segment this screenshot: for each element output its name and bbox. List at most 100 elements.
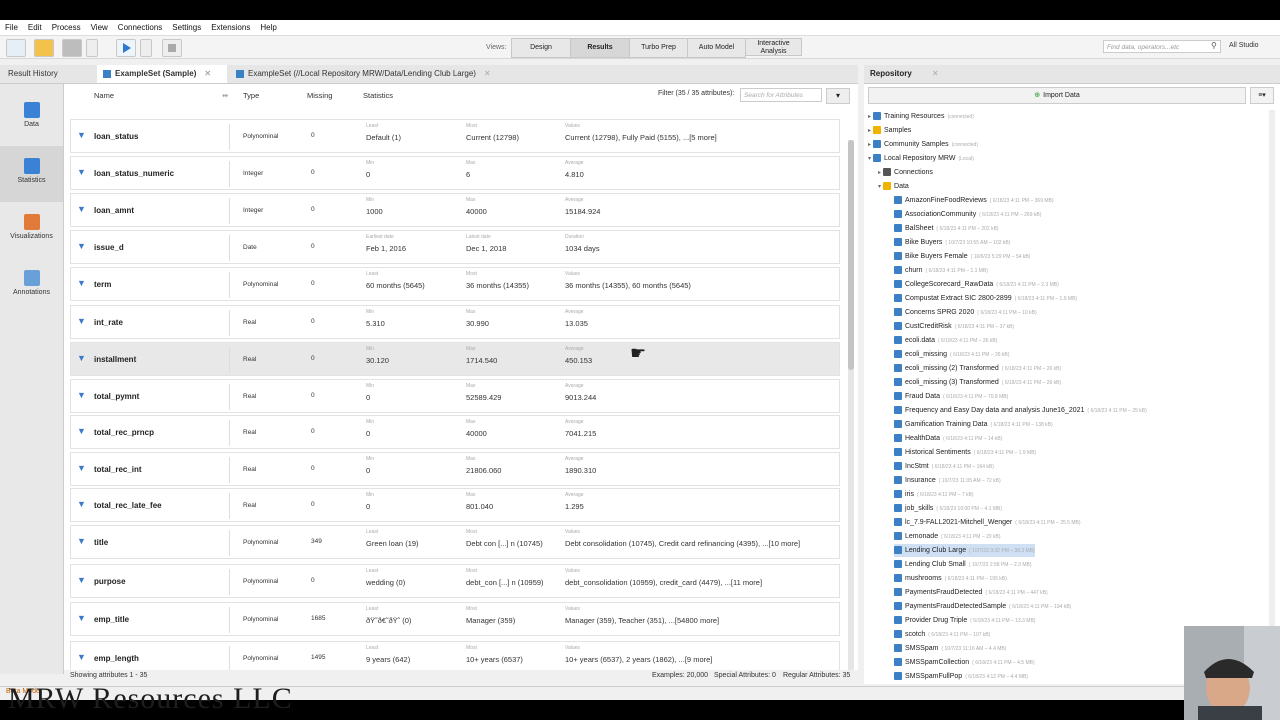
new-process-icon[interactable]: [6, 39, 26, 57]
view-interactive-analysis-tab[interactable]: Interactive Analysis: [745, 38, 802, 56]
repository-data-item[interactable]: CustCreditRisk( 6/18/23 4:11 PM – 37 kB): [894, 320, 1014, 333]
attribute-row[interactable]: ▼ loan_status Polynominal 0 Least Default (1)…: [70, 119, 840, 153]
attribute-row[interactable]: ▼ total_rec_int Real 0 Min 0 Max 21806.060 Avera…: [70, 452, 840, 486]
global-search-input[interactable]: Find data, operators...etc: [1103, 40, 1221, 53]
run-dropdown-icon[interactable]: [140, 39, 152, 57]
attribute-row[interactable]: ▼ issue_d Date 0 Earliest date Feb 1, 2016 Lat…: [70, 230, 840, 264]
view-design-tab[interactable]: Design: [511, 38, 571, 58]
repository-data-item[interactable]: ecoli_missing (3) Transformed( 6/18/23 4…: [894, 376, 1061, 389]
open-folder-icon[interactable]: [34, 39, 54, 57]
repository-data-item[interactable]: IncStmt( 6/18/23 4:11 PM – 164 kB): [894, 460, 994, 473]
repository-data-item[interactable]: Lending Club Large( 10/7/23 3:32 PM – 38…: [894, 544, 1035, 557]
chevron-down-icon[interactable]: ▼: [77, 167, 86, 177]
attribute-row[interactable]: ▼ int_rate Real 0 Min 5.310 Max 30.990 Average 13…: [70, 305, 840, 339]
repository-data-item[interactable]: Bike Buyers Female( 10/6/23 5:29 PM – 54…: [894, 250, 1030, 263]
repository-data-item[interactable]: Provider Drug Triple( 6/18/23 4:11 PM – …: [894, 614, 1035, 627]
repository-data-item[interactable]: ecoli_missing (2) Transformed( 6/18/23 4…: [894, 362, 1061, 375]
expand-arrow-icon[interactable]: ▾: [868, 156, 871, 162]
repository-data-item[interactable]: PaymentsFraudDetected( 6/18/23 4:11 PM –…: [894, 586, 1048, 599]
repository-data-item[interactable]: BalSheet( 6/18/23 4:11 PM – 202 kB): [894, 222, 999, 235]
chevron-down-icon[interactable]: ▼: [77, 613, 86, 623]
close-icon[interactable]: ✕: [484, 69, 491, 78]
search-icon[interactable]: ⚲: [1211, 41, 1217, 50]
repository-data-item[interactable]: Compustat Extract SIC 2800-2899( 6/18/23…: [894, 292, 1077, 305]
vertical-scrollbar[interactable]: [848, 140, 854, 680]
menu-view[interactable]: View: [86, 23, 113, 32]
attribute-row[interactable]: ▼ total_rec_prncp Real 0 Min 0 Max 40000 Average…: [70, 415, 840, 449]
save-icon[interactable]: [62, 39, 82, 57]
view-results-tab[interactable]: Results: [570, 38, 630, 58]
attribute-row[interactable]: ▼ loan_status_numeric Integer 0 Min 0 Max 6 Aver…: [70, 156, 840, 190]
repository-data-item[interactable]: AssociationCommunity( 6/18/23 4:11 PM – …: [894, 208, 1041, 221]
import-data-button[interactable]: ⊕ Import Data: [868, 87, 1246, 104]
chevron-down-icon[interactable]: ▼: [77, 241, 86, 251]
repository-data-item[interactable]: Lemonade( 6/18/23 4:11 PM – 20 kB): [894, 530, 1000, 543]
expand-arrow-icon[interactable]: ▸: [878, 170, 881, 176]
stop-icon[interactable]: [162, 39, 182, 57]
attribute-row[interactable]: ▼ purpose Polynominal 0 Least wedding (0) Most…: [70, 564, 840, 598]
repository-data-item[interactable]: Bike Buyers( 10/7/23 10:55 AM – 102 kB): [894, 236, 1010, 249]
repository-folder-item[interactable]: ▸ Connections: [878, 166, 936, 179]
attribute-row[interactable]: ▼ term Polynominal 0 Least 60 months (5645) Mo…: [70, 267, 840, 301]
attribute-row[interactable]: ▼ total_rec_late_fee Real 0 Min 0 Max 801.040 Av…: [70, 488, 840, 522]
repository-data-item[interactable]: iris( 6/18/23 4:11 PM – 7 kB): [894, 488, 974, 501]
view-auto-model-tab[interactable]: Auto Model: [687, 38, 746, 58]
repository-menu-icon[interactable]: ≡▾: [1250, 87, 1274, 104]
tab-result-history[interactable]: Result History: [0, 65, 96, 83]
repository-data-item[interactable]: SMSSpamFullPop( 6/18/23 4:12 PM – 4.4 MB…: [894, 670, 1028, 683]
menu-connections[interactable]: Connections: [113, 23, 167, 32]
repository-scrollbar[interactable]: [1269, 110, 1275, 670]
repository-folder-item[interactable]: ▸ Training Resources (connected): [868, 110, 974, 123]
repository-data-item[interactable]: SMSSpam( 10/7/23 11:16 AM – 4.4 MB): [894, 642, 1006, 655]
tab-exampleset-lending-club-large[interactable]: ExampleSet (//Local Repository MRW/Data/…: [230, 65, 520, 83]
expand-arrow-icon[interactable]: ▸: [868, 128, 871, 134]
filter-funnel-icon[interactable]: ▾: [826, 88, 850, 104]
repository-data-item[interactable]: Lending Club Small( 10/7/23 2:58 PM – 2.…: [894, 558, 1032, 571]
save-dropdown-icon[interactable]: [86, 39, 98, 57]
expand-arrow-icon[interactable]: ▾: [878, 184, 881, 190]
repository-data-item[interactable]: ecoli.data( 6/18/23 4:11 PM – 26 kB): [894, 334, 997, 347]
column-header-name[interactable]: Name: [94, 84, 114, 108]
attribute-row[interactable]: ▼ installment Real 0 Min 30.120 Max 1714.540 Ave…: [70, 342, 840, 376]
repository-data-item[interactable]: CollegeScorecard_RawData( 6/18/23 4:11 P…: [894, 278, 1059, 291]
chevron-down-icon[interactable]: ▼: [77, 652, 86, 662]
expand-arrow-icon[interactable]: ▸: [868, 114, 871, 120]
menu-process[interactable]: Process: [47, 23, 86, 32]
column-header-missing[interactable]: Missing: [307, 84, 332, 108]
view-turbo-prep-tab[interactable]: Turbo Prep: [629, 38, 688, 58]
menu-edit[interactable]: Edit: [23, 23, 47, 32]
chevron-down-icon[interactable]: ▼: [77, 499, 86, 509]
repository-data-item[interactable]: AmazonFineFoodReviews( 6/18/23 4:11 PM –…: [894, 194, 1054, 207]
attribute-search-input[interactable]: Search for Attributes: [740, 88, 822, 102]
repository-data-item[interactable]: job_skills( 6/18/23 10:00 PM – 4.1 MB): [894, 502, 1002, 515]
repository-data-item[interactable]: SMSSpamCollection( 6/18/23 4:11 PM – 4.5…: [894, 656, 1035, 669]
chevron-down-icon[interactable]: ▼: [77, 390, 86, 400]
nav-annotations[interactable]: Annotations: [0, 258, 63, 314]
chevron-down-icon[interactable]: ▼: [77, 426, 86, 436]
menu-settings[interactable]: Settings: [167, 23, 206, 32]
chevron-down-icon[interactable]: ▼: [77, 353, 86, 363]
chevron-down-icon[interactable]: ▼: [77, 204, 86, 214]
chevron-down-icon[interactable]: ▼: [77, 278, 86, 288]
nav-data[interactable]: Data: [0, 90, 63, 146]
repository-data-item[interactable]: Gamification Training Data( 6/18/23 4:11…: [894, 418, 1053, 431]
nav-visualizations[interactable]: Visualizations: [0, 202, 63, 258]
menu-extensions[interactable]: Extensions: [206, 23, 255, 32]
expand-arrow-icon[interactable]: ▸: [868, 142, 871, 148]
repository-data-item[interactable]: Frequency and Easy Day data and analysis…: [894, 404, 1147, 417]
scrollbar-thumb[interactable]: [848, 140, 854, 370]
close-icon[interactable]: ✕: [932, 69, 939, 78]
attribute-row[interactable]: ▼ total_pymnt Real 0 Min 0 Max 52589.429 Average…: [70, 379, 840, 413]
chevron-down-icon[interactable]: ▼: [77, 316, 86, 326]
repository-data-item[interactable]: ecoli_missing( 6/18/23 4:11 PM – 26 kB): [894, 348, 1009, 361]
repository-data-item[interactable]: Insurance( 10/7/23 11:05 AM – 72 kB): [894, 474, 1001, 487]
repository-data-item[interactable]: Historical Sentiments( 6/18/23 4:11 PM –…: [894, 446, 1036, 459]
repository-folder-item[interactable]: ▾ Local Repository MRW (Local): [868, 152, 974, 165]
repository-folder-item[interactable]: ▾ Data: [878, 180, 912, 193]
repository-data-item[interactable]: mushrooms( 6/18/23 4:11 PM – 195 kB): [894, 572, 1007, 585]
column-header-type[interactable]: Type: [243, 84, 259, 108]
studio-selector[interactable]: All Studio: [1229, 42, 1259, 49]
column-resize-handle[interactable]: ⇹: [222, 84, 228, 108]
repository-data-item[interactable]: churn( 6/18/23 4:11 PM – 1.1 MB): [894, 264, 988, 277]
menu-help[interactable]: Help: [255, 23, 281, 32]
